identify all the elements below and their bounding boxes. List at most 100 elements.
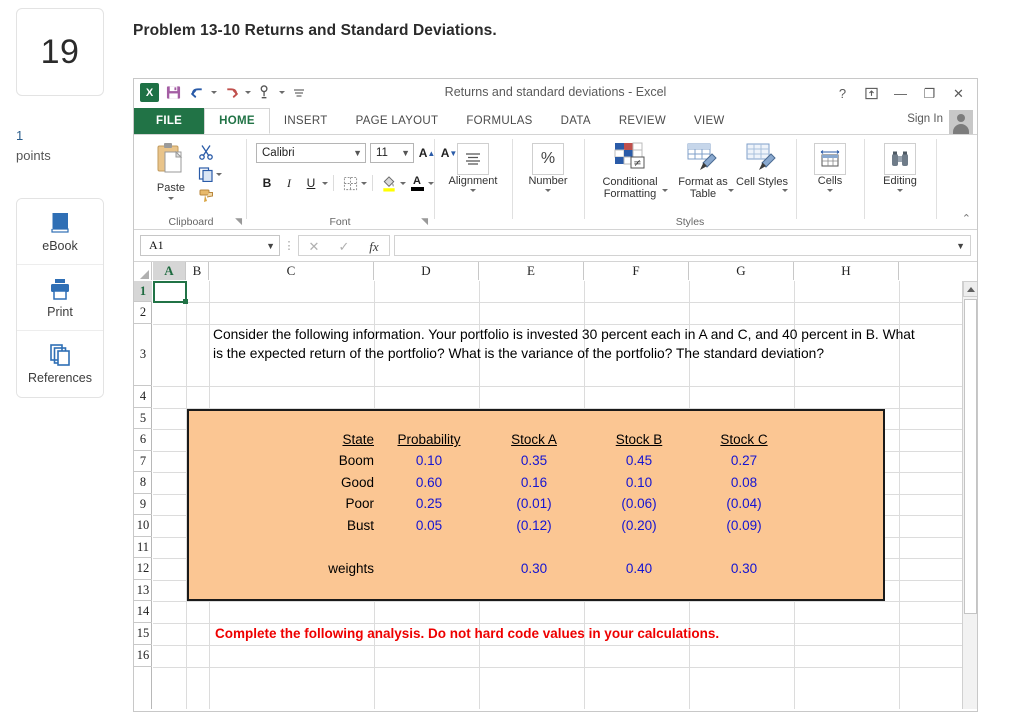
tab-data[interactable]: DATA <box>547 108 605 134</box>
collapse-ribbon-button[interactable]: ⌃ <box>962 212 971 225</box>
row-header-12[interactable]: 12 <box>134 558 152 580</box>
column-header-i[interactable] <box>899 262 963 280</box>
cell-e12-weight-a: 0.30 <box>484 561 584 576</box>
borders-button[interactable] <box>339 173 361 193</box>
row-header-6[interactable]: 6 <box>134 429 152 451</box>
fill-color-button[interactable] <box>378 173 400 193</box>
conditional-formatting-button[interactable]: ≠ Conditional Formatting <box>592 141 668 200</box>
underline-button[interactable]: U <box>300 173 322 193</box>
format-as-table-dropdown-icon[interactable] <box>728 189 734 192</box>
format-as-table-button[interactable]: Format as Table <box>672 141 734 200</box>
vertical-scrollbar[interactable] <box>962 281 977 709</box>
number-dropdown-icon[interactable] <box>545 189 551 192</box>
cut-button[interactable] <box>196 141 216 163</box>
avatar[interactable] <box>949 110 973 134</box>
references-button[interactable]: References <box>17 331 103 397</box>
row-header-13[interactable]: 13 <box>134 580 152 601</box>
bold-button[interactable]: B <box>256 173 278 193</box>
minimize-button[interactable]: — <box>886 83 915 104</box>
column-header-a[interactable]: A <box>153 262 186 280</box>
tab-view[interactable]: VIEW <box>680 108 739 134</box>
conditional-formatting-dropdown-icon[interactable] <box>662 189 668 192</box>
ribbon-group-cells: Cells <box>800 135 860 230</box>
select-all-button[interactable] <box>134 262 152 280</box>
alignment-button[interactable]: Alignment <box>442 143 504 192</box>
ribbon-display-options-button[interactable] <box>857 83 886 104</box>
conditional-formatting-label: Conditional Formatting <box>592 176 668 200</box>
cells-area[interactable]: Consider the following information. Your… <box>153 281 977 709</box>
tab-file[interactable]: FILE <box>134 108 204 134</box>
tab-home[interactable]: HOME <box>204 108 270 134</box>
alignment-dropdown-icon[interactable] <box>470 189 476 192</box>
scrollbar-thumb[interactable] <box>964 299 977 614</box>
format-painter-button[interactable] <box>196 185 216 207</box>
column-header-g[interactable]: G <box>689 262 794 280</box>
cell-g10-stockc: (0.09) <box>694 518 794 533</box>
column-header-d[interactable]: D <box>374 262 479 280</box>
svg-text:≠: ≠ <box>633 158 641 169</box>
cell-e8-stocka: 0.16 <box>484 475 584 490</box>
tab-formulas[interactable]: FORMULAS <box>452 108 546 134</box>
close-button[interactable]: ✕ <box>944 83 973 104</box>
cell-f9-stockb: (0.06) <box>589 496 689 511</box>
cell-d10-prob: 0.05 <box>379 518 479 533</box>
paste-dropdown-icon[interactable] <box>168 197 174 200</box>
row-header-10[interactable]: 10 <box>134 515 152 537</box>
italic-button[interactable]: I <box>278 173 300 193</box>
row-header-1[interactable]: 1 <box>134 281 152 302</box>
name-box[interactable]: A1 ▼ <box>140 235 280 256</box>
cells-button[interactable]: Cells <box>804 143 856 192</box>
enter-formula-icon[interactable]: ✓ <box>329 236 359 257</box>
row-header-2[interactable]: 2 <box>134 302 152 324</box>
cancel-formula-icon[interactable]: ✕ <box>299 236 329 257</box>
ebook-button[interactable]: eBook <box>17 199 103 265</box>
cell-e7-stocka: 0.35 <box>484 453 584 468</box>
row-header-4[interactable]: 4 <box>134 386 152 408</box>
row-header-5[interactable]: 5 <box>134 408 152 429</box>
print-button[interactable]: Print <box>17 265 103 331</box>
copy-dropdown-icon[interactable] <box>216 173 222 176</box>
cell-styles-button[interactable]: Cell Styles <box>736 141 788 188</box>
copy-button[interactable] <box>196 163 216 185</box>
cell-styles-dropdown-icon[interactable] <box>782 189 788 192</box>
column-header-c[interactable]: C <box>209 262 374 280</box>
row-header-8[interactable]: 8 <box>134 472 152 494</box>
expand-formula-bar-icon[interactable]: ▼ <box>956 241 965 251</box>
editing-dropdown-icon[interactable] <box>897 189 903 192</box>
font-color-button[interactable]: A <box>406 173 428 193</box>
selected-cell-a1[interactable] <box>153 281 187 303</box>
row-header-16[interactable]: 16 <box>134 645 152 667</box>
clipboard-dialog-launcher[interactable]: ◥ <box>235 216 242 227</box>
tab-insert[interactable]: INSERT <box>270 108 342 134</box>
row-header-14[interactable]: 14 <box>134 601 152 623</box>
row-header-15[interactable]: 15 <box>134 623 152 645</box>
help-button[interactable]: ? <box>828 83 857 104</box>
row-header-11[interactable]: 11 <box>134 537 152 558</box>
row-header-9[interactable]: 9 <box>134 494 152 515</box>
restore-button[interactable]: ❐ <box>915 83 944 104</box>
formula-input[interactable]: ▼ <box>394 235 971 256</box>
name-box-caret-icon: ▼ <box>266 241 275 251</box>
cell-c8-state: Good <box>274 475 374 490</box>
font-size-select[interactable]: 11 ▼ <box>370 143 414 163</box>
editing-button[interactable]: Editing <box>872 143 928 192</box>
tab-review[interactable]: REVIEW <box>605 108 680 134</box>
paste-button[interactable]: Paste <box>146 141 196 200</box>
font-dialog-launcher[interactable]: ◥ <box>421 216 428 227</box>
fill-handle[interactable] <box>183 299 188 304</box>
sign-in-link[interactable]: Sign In <box>907 113 943 125</box>
column-header-f[interactable]: F <box>584 262 689 280</box>
number-button[interactable]: % Number <box>518 143 578 192</box>
row-header-3[interactable]: 3 <box>134 324 152 386</box>
column-header-h[interactable]: H <box>794 262 899 280</box>
font-name-select[interactable]: Calibri ▼ <box>256 143 366 163</box>
column-header-e[interactable]: E <box>479 262 584 280</box>
tab-page-layout[interactable]: PAGE LAYOUT <box>342 108 453 134</box>
underline-dropdown-icon[interactable] <box>322 182 328 185</box>
scroll-up-button[interactable] <box>963 281 977 297</box>
insert-function-icon[interactable]: fx <box>359 236 389 257</box>
borders-dropdown-icon[interactable] <box>361 182 367 185</box>
cells-dropdown-icon[interactable] <box>827 189 833 192</box>
column-header-b[interactable]: B <box>186 262 209 280</box>
row-header-7[interactable]: 7 <box>134 451 152 472</box>
